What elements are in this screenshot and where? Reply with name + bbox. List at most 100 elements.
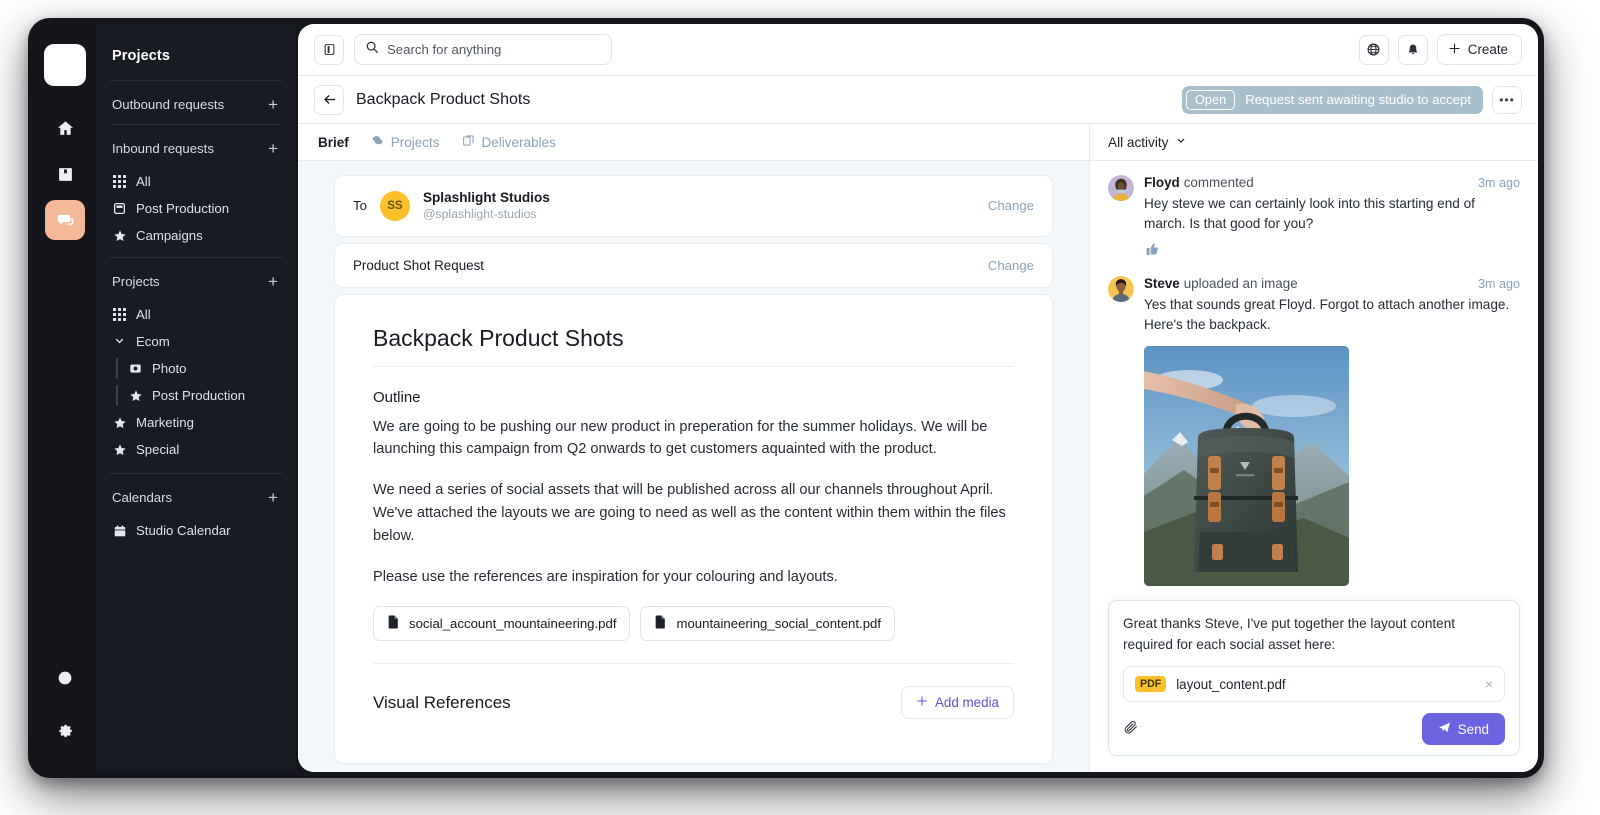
status-badge-state: Open bbox=[1185, 89, 1236, 110]
nav-sidebar: Projects Outbound requests + Inbound req… bbox=[96, 24, 296, 772]
photo-icon bbox=[128, 361, 143, 376]
tab-deliverables[interactable]: Deliverables bbox=[462, 134, 556, 150]
file-icon bbox=[387, 615, 400, 632]
sidebar-item-label: Photo bbox=[152, 361, 187, 376]
activity-list[interactable]: Floyd commented 3m ago Hey steve we can … bbox=[1090, 161, 1538, 600]
chat-icon[interactable] bbox=[45, 200, 85, 240]
attachment-filename: layout_content.pdf bbox=[1176, 676, 1286, 692]
recipient-info: Splashlight Studios @splashlight-studios bbox=[423, 189, 550, 223]
sidebar-item-photo[interactable]: Photo bbox=[110, 355, 282, 382]
create-button-label: Create bbox=[1467, 42, 1508, 57]
star-icon bbox=[112, 415, 127, 430]
visual-references-heading: Visual References bbox=[373, 692, 511, 712]
tab-projects[interactable]: Projects bbox=[371, 134, 440, 150]
sidebar-item-campaigns[interactable]: Campaigns bbox=[110, 222, 282, 249]
send-button[interactable]: Send bbox=[1421, 713, 1505, 745]
add-inbound-request-button[interactable]: + bbox=[266, 140, 280, 157]
activity-verb: commented bbox=[1183, 175, 1254, 190]
to-label: To bbox=[353, 198, 367, 214]
recipient-row: To SS Splashlight Studios @splashlight-s… bbox=[335, 176, 1052, 236]
sidebar-item-post-production-inbound[interactable]: Post Production bbox=[110, 195, 282, 222]
backpack-photo[interactable] bbox=[1144, 345, 1349, 586]
sidebar-item-label: Marketing bbox=[136, 415, 194, 430]
activity-timestamp: 3m ago bbox=[1477, 176, 1520, 190]
book-icon[interactable] bbox=[45, 154, 85, 194]
deliverables-icon bbox=[462, 134, 475, 150]
back-arrow-icon[interactable] bbox=[314, 84, 344, 115]
activity-item: Floyd commented 3m ago Hey steve we can … bbox=[1108, 175, 1520, 260]
sidebar-item-label: All bbox=[136, 174, 151, 189]
recipient-card: To SS Splashlight Studios @splashlight-s… bbox=[334, 175, 1053, 237]
visual-references-row: Visual References Add media bbox=[373, 686, 1014, 720]
activity-text: Yes that sounds great Floyd. Forgot to a… bbox=[1144, 296, 1510, 333]
add-project-button[interactable]: + bbox=[266, 273, 280, 290]
bell-icon[interactable] bbox=[1397, 34, 1428, 65]
sidebar-item-special[interactable]: Special bbox=[110, 436, 282, 463]
search-icon bbox=[365, 40, 379, 59]
change-request-type-link[interactable]: Change bbox=[988, 258, 1034, 273]
request-type-row: Product Shot Request Change bbox=[334, 242, 1053, 288]
globe-icon[interactable] bbox=[1358, 34, 1389, 65]
remove-attachment-icon[interactable]: × bbox=[1485, 676, 1493, 692]
comment-composer[interactable]: Great thanks Steve, I've put together th… bbox=[1108, 600, 1520, 756]
page-title: Backpack Product Shots bbox=[356, 90, 531, 108]
file-chip[interactable]: mountaineering_social_content.pdf bbox=[640, 606, 896, 642]
grid-icon bbox=[112, 307, 127, 322]
activity-item: Steve uploaded an image 3m ago Yes that … bbox=[1108, 275, 1520, 586]
plus-icon bbox=[1448, 42, 1461, 58]
thumbs-up-icon[interactable] bbox=[1144, 242, 1520, 260]
paperclip-icon[interactable] bbox=[1123, 719, 1139, 739]
sidebar-group-calendars[interactable]: Calendars + bbox=[110, 478, 282, 517]
page-header: Backpack Product Shots Open Request sent… bbox=[298, 76, 1538, 124]
activity-author: Floyd bbox=[1144, 175, 1180, 190]
add-calendar-button[interactable]: + bbox=[266, 489, 280, 506]
add-outbound-request-button[interactable]: + bbox=[266, 96, 280, 113]
avatar bbox=[1108, 175, 1134, 201]
search-input-wrapper[interactable] bbox=[354, 34, 612, 65]
panel-toggle-icon[interactable] bbox=[314, 34, 344, 65]
rail-bottom-group bbox=[45, 658, 85, 772]
file-name: social_account_mountaineering.pdf bbox=[409, 616, 617, 632]
document-paragraph: We are going to be pushing our new produ… bbox=[373, 418, 988, 458]
search-input[interactable] bbox=[387, 42, 601, 57]
settings-gear-icon[interactable] bbox=[45, 710, 85, 750]
sidebar-item-inbound-all[interactable]: All bbox=[110, 168, 282, 195]
square-icon bbox=[112, 201, 127, 216]
sidebar-item-ecom[interactable]: Ecom bbox=[110, 328, 282, 355]
star-icon bbox=[112, 442, 127, 457]
overflow-menu-button[interactable]: ••• bbox=[1492, 85, 1522, 114]
sidebar-item-label: Post Production bbox=[152, 388, 246, 403]
file-chip[interactable]: social_account_mountaineering.pdf bbox=[373, 606, 631, 642]
brief-pane: Brief Projects Deliverables To SS Splash… bbox=[298, 124, 1090, 772]
activity-filter-dropdown[interactable]: All activity bbox=[1090, 124, 1538, 161]
change-recipient-link[interactable]: Change bbox=[988, 198, 1034, 213]
sidebar-group-outbound-requests[interactable]: Outbound requests + bbox=[110, 85, 282, 124]
app-logo[interactable] bbox=[44, 44, 86, 86]
home-icon[interactable] bbox=[45, 108, 85, 148]
add-media-button[interactable]: Add media bbox=[900, 686, 1014, 720]
composer-wrapper: Great thanks Steve, I've put together th… bbox=[1090, 600, 1538, 772]
file-icon bbox=[654, 615, 667, 632]
status-badge-text: Request sent awaiting studio to accept bbox=[1245, 92, 1471, 107]
grid-icon bbox=[112, 174, 127, 189]
create-button[interactable]: Create bbox=[1436, 34, 1522, 65]
sidebar-group-label: Calendars bbox=[112, 490, 173, 505]
status-badge[interactable]: Open Request sent awaiting studio to acc… bbox=[1181, 85, 1483, 114]
tab-label: Deliverables bbox=[481, 134, 556, 150]
composer-text[interactable]: Great thanks Steve, I've put together th… bbox=[1123, 614, 1505, 655]
sidebar-item-post-production-project[interactable]: Post Production bbox=[110, 382, 282, 409]
document-paragraph: We need a series of social assets that w… bbox=[373, 482, 1006, 544]
theme-toggle-icon[interactable] bbox=[45, 658, 85, 698]
pdf-badge: PDF bbox=[1135, 676, 1167, 692]
sidebar-group-inbound-requests[interactable]: Inbound requests + bbox=[110, 129, 282, 168]
sidebar-item-studio-calendar[interactable]: Studio Calendar bbox=[110, 517, 282, 544]
tab-brief[interactable]: Brief bbox=[318, 135, 349, 150]
tab-label: Projects bbox=[390, 134, 440, 150]
sidebar-item-projects-all[interactable]: All bbox=[110, 301, 282, 328]
sidebar-group-projects[interactable]: Projects + bbox=[110, 262, 282, 301]
activity-meta: Steve uploaded an image 3m ago bbox=[1144, 276, 1520, 291]
brief-scroll-area[interactable]: To SS Splashlight Studios @splashlight-s… bbox=[298, 161, 1089, 772]
outline-heading: Outline bbox=[373, 388, 421, 406]
activity-filter-label: All activity bbox=[1108, 134, 1169, 150]
sidebar-item-marketing[interactable]: Marketing bbox=[110, 409, 282, 436]
